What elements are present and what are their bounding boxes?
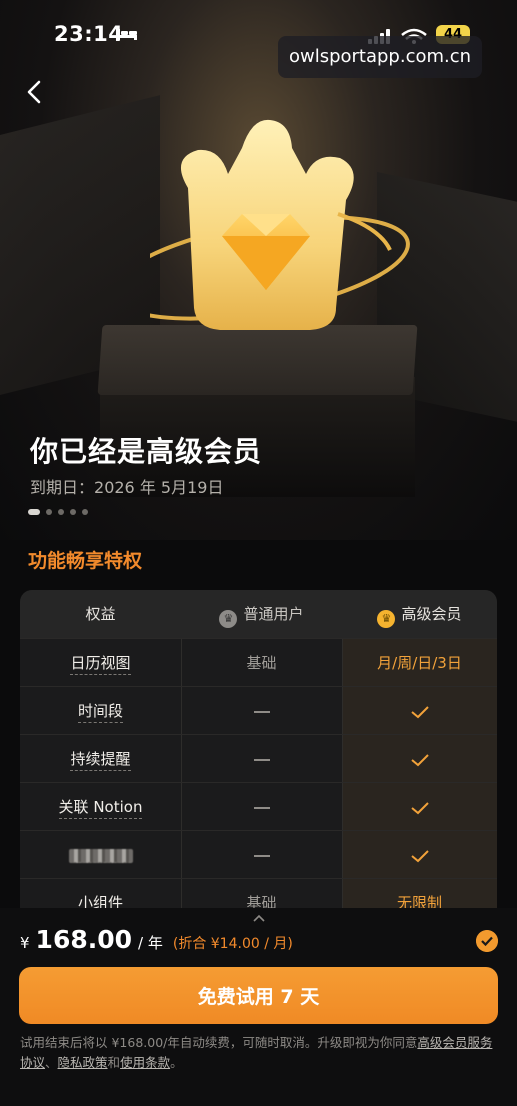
header-benefit: 权益 [85, 605, 116, 623]
benefit-name[interactable]: 时间段 [77, 702, 123, 723]
expiry-value: 2026 年 5月19日 [94, 478, 224, 497]
price-period: / 年 [138, 934, 163, 952]
header-premium: ♛ 高级会员 [342, 590, 497, 638]
status-time: 23:14 [54, 22, 124, 46]
terms-of-use-link[interactable]: 使用条款 [120, 1055, 170, 1070]
normal-value: 基础 [246, 654, 277, 672]
dash-icon [253, 758, 270, 761]
price-discount: (折合 ¥14.00 / 月) [172, 936, 293, 952]
crown-gold-icon: ♛ [377, 610, 396, 628]
carousel-dot[interactable] [58, 509, 64, 515]
watermark: owlsportapp.com.cn [278, 36, 482, 78]
benefit-name[interactable]: 日历视图 [70, 654, 131, 675]
dash-icon [253, 854, 270, 857]
premium-value: 月/周/日/3日 [377, 654, 462, 672]
carousel-dot[interactable] [70, 509, 76, 515]
terms-text: 试用结束后将以 ¥168.00/年自动续费，可随时取消。升级即视为你同意高级会员… [20, 1035, 493, 1070]
benefit-name[interactable]: 持续提醒 [70, 750, 131, 771]
check-icon [410, 753, 429, 766]
carousel-dot[interactable] [82, 509, 88, 515]
benefits-table: 权益 ♛ 普通用户 ♛ 高级会员 日历视图 基础 月/周/日/3日 时间段 持续提醒… [20, 590, 497, 920]
table-row: 关联 Notion [20, 782, 497, 830]
check-icon [410, 705, 429, 718]
section-title: 功能畅享特权 [28, 550, 143, 572]
crown-grey-icon: ♛ [219, 610, 238, 628]
carousel-dot[interactable] [46, 509, 52, 515]
check-icon [410, 801, 429, 814]
price-amount: 168.00 [35, 925, 133, 954]
blurred-benefit-name [68, 848, 133, 863]
table-row: 持续提醒 [20, 734, 497, 782]
sleep-mode-icon [117, 29, 137, 40]
check-icon [410, 849, 429, 862]
table-header: 权益 ♛ 普通用户 ♛ 高级会员 [20, 590, 497, 638]
currency-symbol: ¥ [20, 934, 30, 952]
free-trial-button[interactable]: 免费试用 7 天 [19, 967, 498, 1024]
dash-icon [253, 710, 270, 713]
expiry-date: 到期日：2026 年 5月19日 [30, 474, 223, 498]
crown-diamond-icon [150, 119, 410, 330]
benefit-name[interactable]: 关联 Notion [58, 798, 143, 819]
table-row: 时间段 [20, 686, 497, 734]
privacy-policy-link[interactable]: 隐私政策 [58, 1055, 108, 1070]
table-row: 日历视图 基础 月/周/日/3日 [20, 638, 497, 686]
carousel-indicator[interactable] [28, 509, 88, 515]
back-arrow-icon[interactable] [22, 78, 50, 106]
carousel-dot[interactable] [28, 509, 40, 515]
expiry-label: 到期日： [30, 478, 95, 497]
price-row[interactable]: ¥ 168.00 / 年 (折合 ¥14.00 / 月) [20, 925, 293, 959]
chevron-up-icon[interactable] [251, 913, 267, 923]
header-normal: ♛ 普通用户 [181, 590, 342, 638]
selected-check-icon[interactable] [476, 930, 498, 952]
table-row [20, 830, 497, 878]
dash-icon [253, 806, 270, 809]
membership-title: 你已经是高级会员 [30, 435, 263, 468]
